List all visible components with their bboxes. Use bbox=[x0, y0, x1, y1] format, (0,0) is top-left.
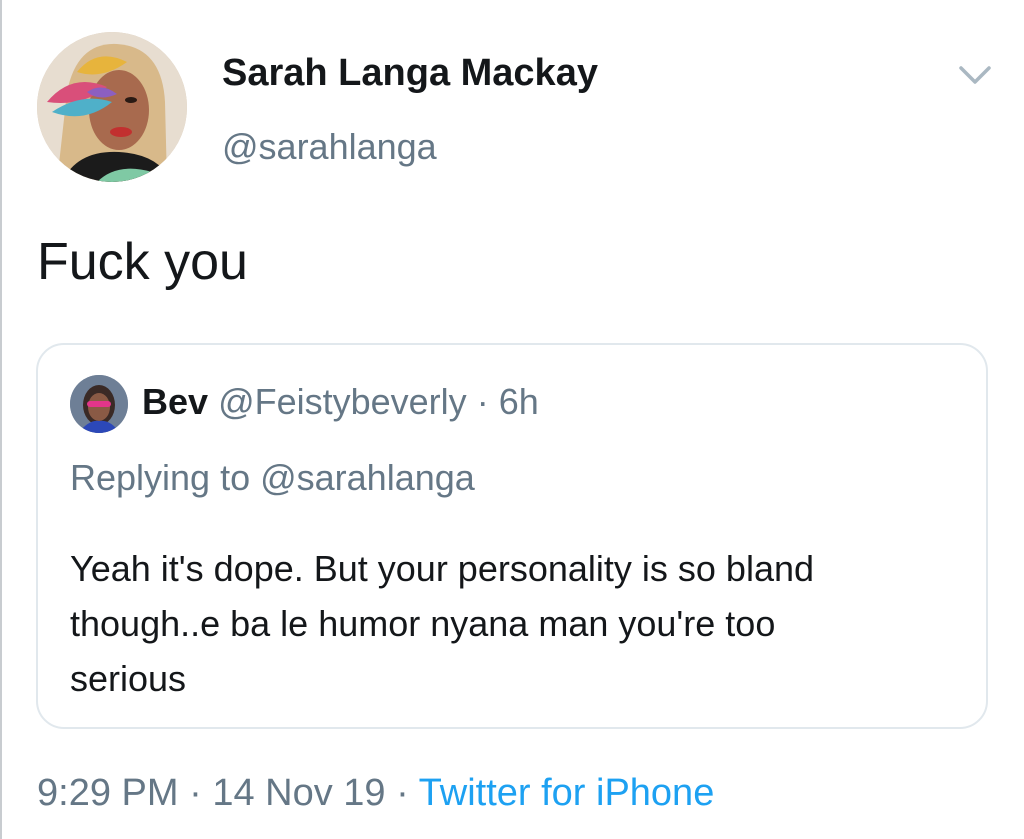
divider bbox=[0, 0, 2, 839]
footer-separator: · bbox=[189, 772, 202, 814]
chevron-down-icon[interactable] bbox=[955, 60, 995, 90]
tweet-text: Fuck you bbox=[37, 233, 248, 291]
quoted-tweet-card[interactable]: Bev @Feistybeverly · 6h Replying to @sar… bbox=[36, 343, 988, 729]
tweet-source-link[interactable]: Twitter for iPhone bbox=[419, 772, 715, 814]
quoted-body-line: serious bbox=[70, 658, 187, 699]
tweet-footer: 9:29 PM · 14 Nov 19 · Twitter for iPhone bbox=[37, 772, 714, 815]
quoted-time: 6h bbox=[498, 381, 539, 422]
quoted-body: Yeah it's dope. But your personality is … bbox=[70, 541, 970, 706]
quoted-header: Bev @Feistybeverly · 6h bbox=[142, 381, 539, 423]
quoted-body-line: though..e ba le humor nyana man you're t… bbox=[70, 603, 776, 644]
author-handle[interactable]: @sarahlanga bbox=[222, 126, 437, 168]
quoted-avatar[interactable] bbox=[70, 375, 128, 433]
quoted-handle[interactable]: @Feistybeverly bbox=[218, 381, 467, 422]
tweet-time: 9:29 PM bbox=[37, 772, 179, 814]
author-name[interactable]: Sarah Langa Mackay bbox=[222, 52, 598, 95]
quoted-separator: · bbox=[476, 381, 489, 422]
tweet: Sarah Langa Mackay @sarahlanga Fuck you … bbox=[0, 0, 1024, 839]
quoted-name[interactable]: Bev bbox=[142, 381, 208, 422]
author-avatar[interactable] bbox=[37, 32, 187, 182]
quoted-body-line: Yeah it's dope. But your personality is … bbox=[70, 548, 815, 589]
footer-separator: · bbox=[396, 772, 409, 814]
tweet-date: 14 Nov 19 bbox=[212, 772, 386, 814]
replying-to: Replying to @sarahlanga bbox=[70, 457, 475, 498]
